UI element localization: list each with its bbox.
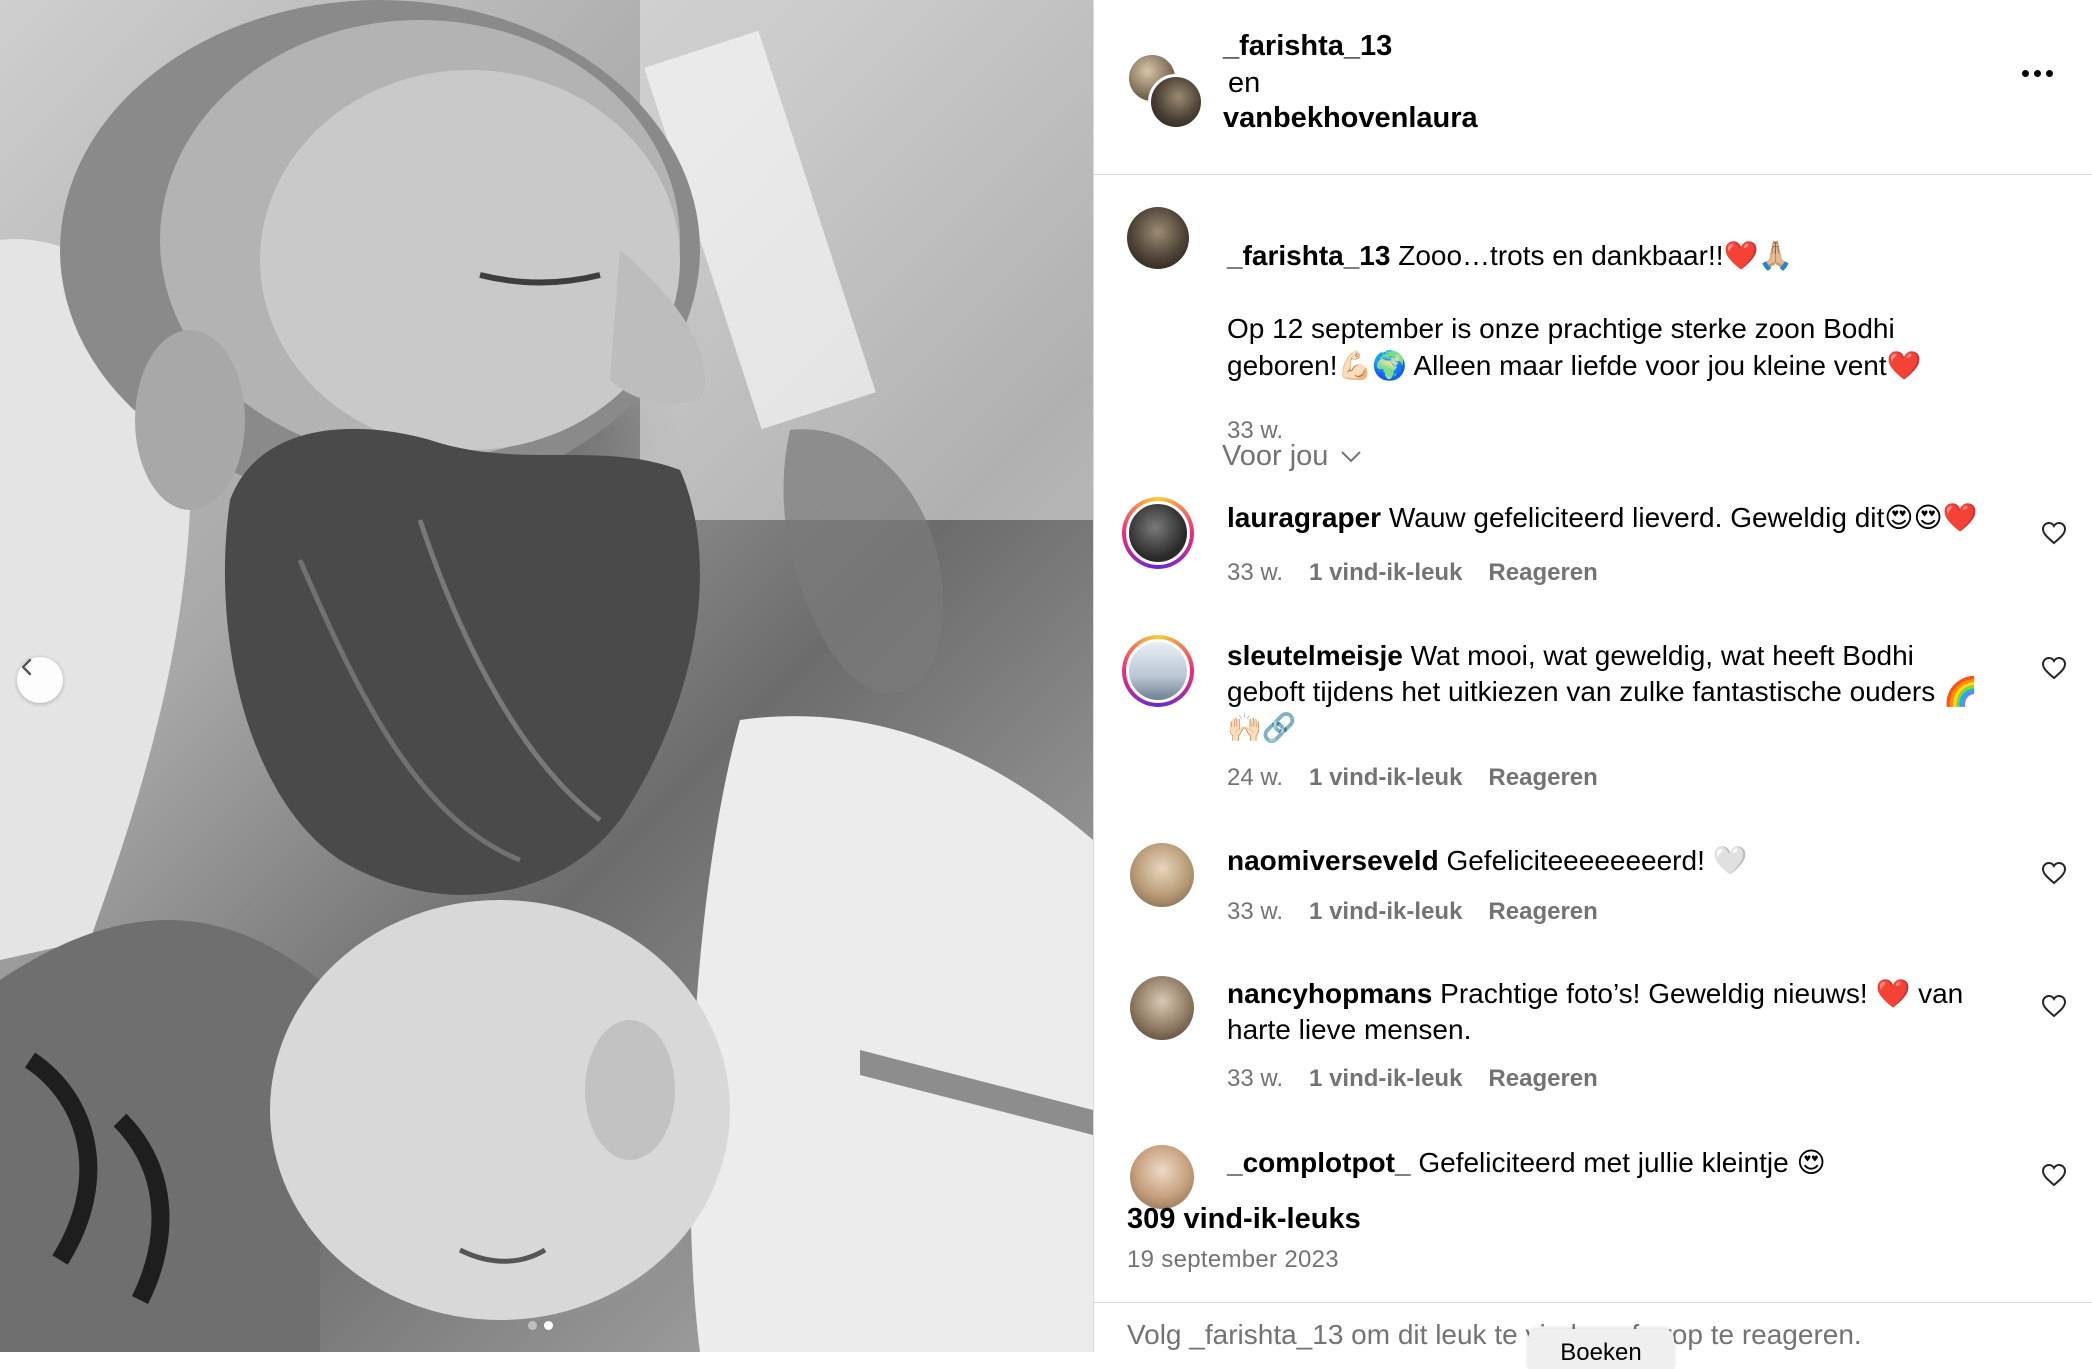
comment-likes-link[interactable]: 1 vind-ik-leuk bbox=[1309, 764, 1462, 792]
comment-meta: 33 w. 1 vind-ik-leuk Reageren bbox=[1227, 1065, 1598, 1093]
booking-popup-tab[interactable]: Boeken bbox=[1528, 1329, 1674, 1369]
author-secondary-link[interactable]: vanbekhovenlaura bbox=[1223, 102, 1478, 135]
reply-button[interactable]: Reageren bbox=[1488, 764, 1597, 792]
comment-meta: 24 w. 1 vind-ik-leuk Reageren bbox=[1227, 764, 1598, 792]
comment-username[interactable]: nancyhopmans bbox=[1227, 978, 1432, 1009]
heart-outline-icon[interactable] bbox=[2041, 861, 2067, 885]
carousel-indicator bbox=[528, 1321, 553, 1330]
comment-time: 24 w. bbox=[1227, 764, 1284, 791]
post-date: 19 september 2023 bbox=[1127, 1246, 1339, 1273]
login-prompt-text[interactable]: Volg _farishta_13 om dit leuk te vinden … bbox=[1127, 1319, 1862, 1351]
heart-outline-icon[interactable] bbox=[2041, 656, 2067, 680]
chevron-down-icon bbox=[1341, 450, 1362, 462]
comment-username[interactable]: sleutelmeisje bbox=[1227, 640, 1403, 671]
photo-illustration bbox=[0, 0, 1093, 1352]
comment-body: Gefeliciteerd met jullie kleintje 😍 bbox=[1418, 1147, 1826, 1178]
post-header: _farishta_13 en vanbekhovenlaura bbox=[1094, 0, 2092, 175]
comment-body: Gefeliciteeeeeeeerd! 🤍 bbox=[1446, 845, 1748, 876]
like-count-link[interactable]: 309 vind-ik-leuks bbox=[1127, 1203, 1361, 1236]
caption-line2: Op 12 september is onze prachtige sterke… bbox=[1227, 313, 1922, 381]
comment-likes-link[interactable]: 1 vind-ik-leuk bbox=[1309, 1065, 1462, 1093]
comment-likes-link[interactable]: 1 vind-ik-leuk bbox=[1309, 898, 1462, 926]
author-conjunction: en bbox=[1228, 67, 1261, 99]
avatar[interactable] bbox=[1130, 1145, 1194, 1209]
reply-button[interactable]: Reageren bbox=[1488, 1065, 1597, 1093]
comment-username[interactable]: lauragraper bbox=[1227, 502, 1381, 533]
comment-time: 33 w. bbox=[1227, 1065, 1284, 1092]
comment-text: _complotpot_ Gefeliciteerd met jullie kl… bbox=[1227, 1145, 1987, 1181]
comment-time: 33 w. bbox=[1227, 898, 1284, 925]
heart-outline-icon[interactable] bbox=[2041, 1163, 2067, 1187]
comment-text: sleutelmeisje Wat mooi, wat geweldig, wa… bbox=[1227, 638, 1987, 746]
caption-text: _farishta_13 Zooo…trots en dankbaar!!❤️🙏… bbox=[1227, 209, 2007, 473]
carousel-dot bbox=[528, 1321, 537, 1330]
comment-username[interactable]: _complotpot_ bbox=[1227, 1147, 1411, 1178]
sort-label: Voor jou bbox=[1222, 440, 1329, 472]
avatar[interactable] bbox=[1130, 976, 1194, 1040]
post-sidebar: _farishta_13 en vanbekhovenlaura _farish… bbox=[1093, 0, 2092, 1369]
comment-time: 33 w. bbox=[1227, 559, 1284, 586]
comment-username[interactable]: naomiverseveld bbox=[1227, 845, 1439, 876]
post-photo[interactable] bbox=[0, 0, 1093, 1352]
reply-button[interactable]: Reageren bbox=[1488, 559, 1597, 587]
comment-sort-dropdown[interactable]: Voor jou bbox=[1222, 440, 1362, 473]
carousel-prev-button[interactable] bbox=[17, 657, 63, 703]
heart-outline-icon[interactable] bbox=[2041, 521, 2067, 545]
caption-username[interactable]: _farishta_13 bbox=[1227, 240, 1390, 271]
comment-body: Wauw gefeliciteerd lieverd. Geweldig dit… bbox=[1388, 502, 1978, 533]
comment-text: naomiverseveld Gefeliciteeeeeeeerd! 🤍 bbox=[1227, 843, 1987, 879]
reply-button[interactable]: Reageren bbox=[1488, 898, 1597, 926]
avatar[interactable] bbox=[1122, 635, 1194, 707]
carousel-dot-active bbox=[544, 1321, 553, 1330]
heart-outline-icon[interactable] bbox=[2041, 994, 2067, 1018]
comment-text: nancyhopmans Prachtige foto’s! Geweldig … bbox=[1227, 976, 1987, 1048]
comment-text: lauragraper Wauw gefeliciteerd lieverd. … bbox=[1227, 500, 1987, 536]
collab-avatar[interactable] bbox=[1126, 52, 1204, 130]
chevron-left-icon bbox=[21, 658, 32, 676]
comment-meta: 33 w. 1 vind-ik-leuk Reageren bbox=[1227, 559, 1598, 587]
author-primary-link[interactable]: _farishta_13 bbox=[1223, 30, 1392, 63]
comment-meta: 33 w. 1 vind-ik-leuk Reageren bbox=[1227, 898, 1598, 926]
comment-likes-link[interactable]: 1 vind-ik-leuk bbox=[1309, 559, 1462, 587]
avatar[interactable] bbox=[1122, 497, 1194, 569]
more-options-icon[interactable] bbox=[2022, 70, 2053, 77]
login-prompt-bar: Volg _farishta_13 om dit leuk te vinden … bbox=[1094, 1302, 2092, 1369]
avatar[interactable] bbox=[1127, 207, 1189, 269]
avatar[interactable] bbox=[1130, 843, 1194, 907]
avatar bbox=[1148, 74, 1204, 130]
caption-line1: Zooo…trots en dankbaar!!❤️🙏🏼 bbox=[1398, 240, 1794, 271]
